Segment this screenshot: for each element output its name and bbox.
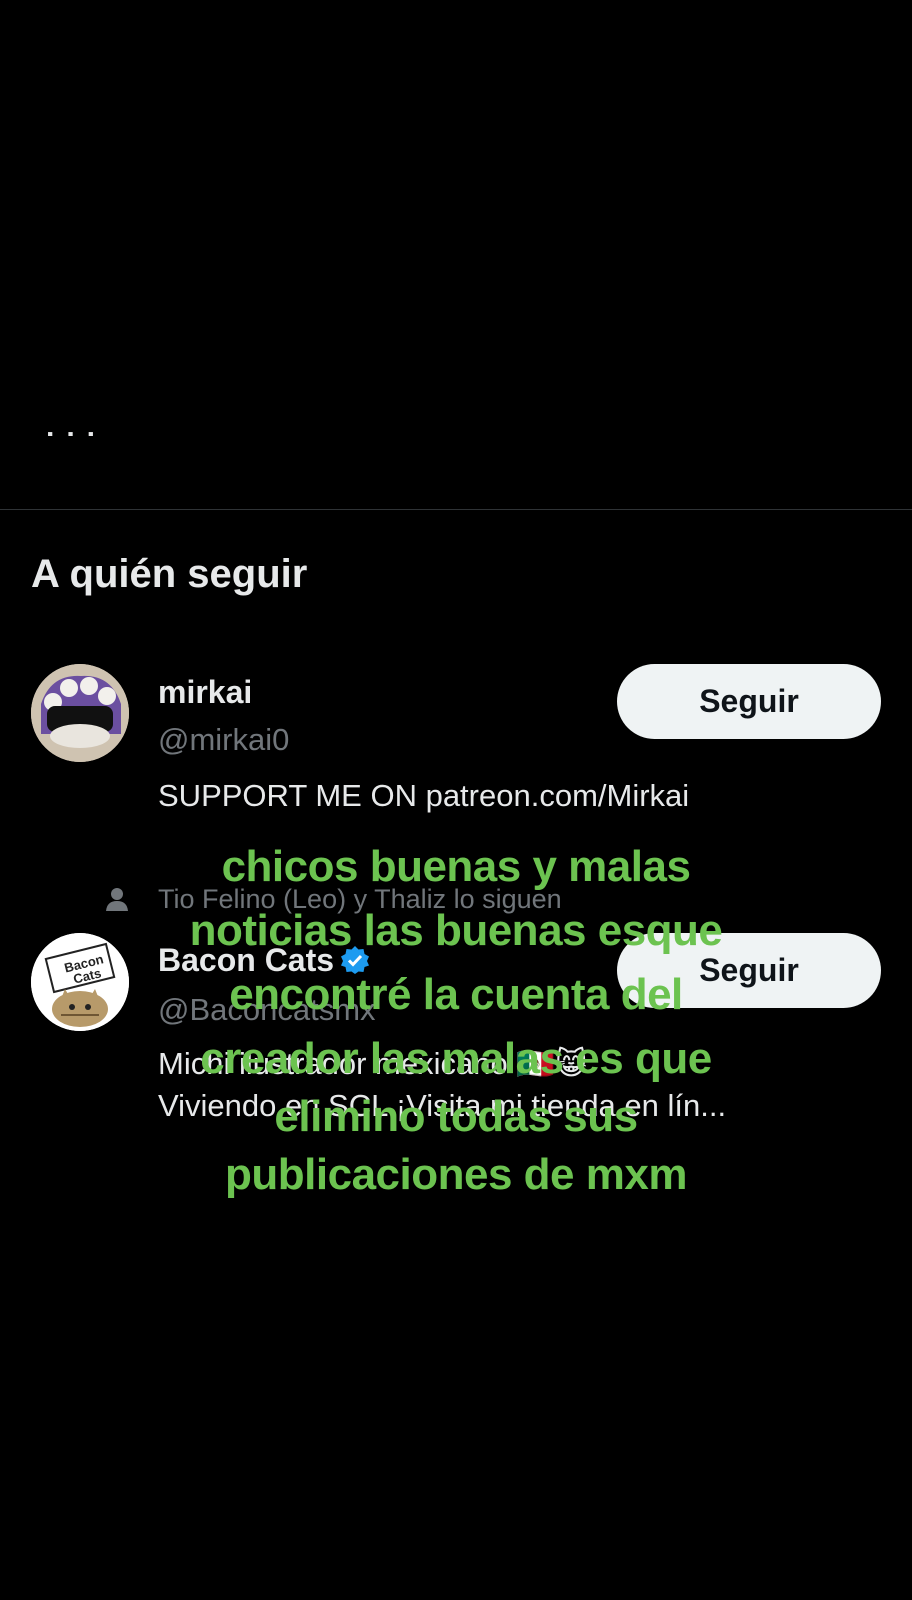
follow-button-mirkai[interactable]: Seguir	[617, 664, 881, 739]
follow-suggestion-mirkai[interactable]: mirkai @mirkai0 SUPPORT ME ON patreon.co…	[0, 660, 912, 820]
caption-line: noticias las buenas esque	[189, 906, 723, 955]
caption-line: publicaciones de mxm	[225, 1150, 687, 1199]
user-bio: SUPPORT ME ON patreon.com/Mirkai	[158, 778, 690, 813]
video-caption-overlay: chicos buenas y malas noticias las buena…	[0, 835, 912, 1207]
who-to-follow-title: A quién seguir	[31, 552, 308, 596]
caption-line: elimino todas sus	[274, 1092, 638, 1141]
user-handle[interactable]: @mirkai0	[158, 722, 289, 758]
previous-tweet-cut-text: · · ·	[46, 420, 98, 436]
user-name[interactable]: mirkai	[158, 674, 252, 711]
caption-line: encontré la cuenta del	[229, 970, 683, 1019]
section-divider	[0, 509, 912, 510]
avatar[interactable]	[31, 664, 129, 762]
caption-line: chicos buenas y malas	[221, 842, 691, 891]
mirkai-avatar-image	[31, 664, 129, 762]
caption-line: creador las malas es que	[200, 1034, 712, 1083]
